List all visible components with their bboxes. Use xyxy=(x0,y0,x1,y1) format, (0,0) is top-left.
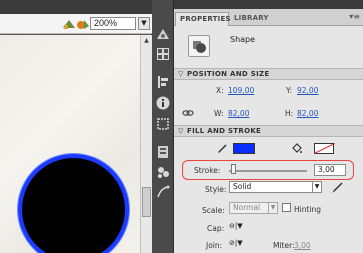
x-value[interactable]: 109,00 xyxy=(228,86,254,95)
zoom-input[interactable]: 200% xyxy=(90,17,136,30)
miter-value: 3,00 xyxy=(294,241,311,250)
fill-color-swatch[interactable] xyxy=(314,143,334,154)
position-size-section-header[interactable]: ▽ POSITION AND SIZE xyxy=(174,68,363,80)
h-label: H: xyxy=(285,109,294,118)
cap-label: Cap: xyxy=(207,224,225,233)
stroke-color-swatch[interactable] xyxy=(233,143,255,154)
edit-scene-icon[interactable] xyxy=(62,18,76,30)
stage-canvas[interactable] xyxy=(0,35,140,253)
paint-bucket-icon xyxy=(292,143,302,153)
shape-icon xyxy=(188,35,210,57)
h-value[interactable]: 82,00 xyxy=(297,109,318,118)
chevron-down-icon[interactable]: ▼ xyxy=(268,203,277,213)
collapse-arrow-icon: ▽ xyxy=(178,70,184,78)
panel-icon-strip xyxy=(152,0,174,253)
panel-title-bar xyxy=(174,0,363,9)
section-title: FILL AND STROKE xyxy=(187,127,262,135)
edit-symbol-icon[interactable] xyxy=(76,18,90,30)
circle-shape[interactable] xyxy=(18,154,129,253)
info-icon[interactable] xyxy=(155,95,171,111)
selection-header: Shape xyxy=(174,26,363,68)
panel-tab-bar: PROPERTIES LIBRARY ▾≡ xyxy=(174,9,363,26)
stage-title-bar xyxy=(0,0,152,14)
style-dropdown[interactable]: Solid xyxy=(229,181,322,193)
stroke-slider-thumb[interactable] xyxy=(231,164,236,174)
library-icon[interactable] xyxy=(155,164,171,180)
y-value[interactable]: 92,00 xyxy=(297,86,318,95)
zoom-dropdown-button[interactable]: ▼ xyxy=(138,17,150,30)
collapse-arrow-icon: ▽ xyxy=(178,127,184,135)
motion-editor-icon[interactable] xyxy=(155,26,171,42)
tab-library[interactable]: LIBRARY xyxy=(230,12,274,26)
style-label: Style: xyxy=(205,185,227,194)
scale-label: Scale: xyxy=(202,206,225,215)
w-value[interactable]: 82,00 xyxy=(228,109,249,118)
stage-area: 200% ▼ ▲ xyxy=(0,0,152,253)
chevron-down-icon[interactable]: ▼ xyxy=(312,182,321,192)
stage-edit-bar: 200% ▼ xyxy=(0,14,152,34)
edit-stroke-style-icon[interactable] xyxy=(332,181,344,193)
miter-label: Miter: xyxy=(273,241,295,250)
transform-icon[interactable] xyxy=(155,116,171,132)
cap-dropdown[interactable]: ⊖|▼ xyxy=(229,221,249,232)
y-label: Y: xyxy=(286,86,293,95)
lock-icon[interactable] xyxy=(182,108,194,118)
scroll-up-button[interactable]: ▲ xyxy=(142,36,151,45)
selection-type-label: Shape xyxy=(230,35,256,44)
x-label: X: xyxy=(216,86,224,95)
w-label: W: xyxy=(214,109,224,118)
pencil-icon xyxy=(218,144,227,153)
join-dropdown[interactable]: ⊘|▼ xyxy=(229,238,249,249)
panel-menu-icon[interactable]: ▾≡ xyxy=(349,12,360,21)
stroke-slider-track[interactable] xyxy=(229,170,307,172)
tab-properties[interactable]: PROPERTIES xyxy=(175,12,230,26)
fill-stroke-section-header[interactable]: ▽ FILL AND STROKE xyxy=(174,125,363,137)
hinting-label: Hinting xyxy=(294,205,322,214)
components-icon[interactable] xyxy=(155,144,171,160)
vertical-scrollbar[interactable]: ▲ xyxy=(140,35,152,253)
section-title: POSITION AND SIZE xyxy=(187,70,270,78)
stroke-width-input[interactable]: 3,00 xyxy=(314,164,346,176)
properties-panel: PROPERTIES LIBRARY ▾≡ Shape ▽ POSITION A… xyxy=(174,0,363,253)
stroke-label: Stroke: xyxy=(194,166,221,175)
scroll-thumb[interactable] xyxy=(142,187,151,217)
align-icon[interactable] xyxy=(155,74,171,90)
join-label: Join: xyxy=(206,241,223,250)
hinting-checkbox[interactable] xyxy=(282,203,291,212)
swatches-icon[interactable] xyxy=(155,46,171,62)
motion-presets-icon[interactable] xyxy=(155,184,171,200)
